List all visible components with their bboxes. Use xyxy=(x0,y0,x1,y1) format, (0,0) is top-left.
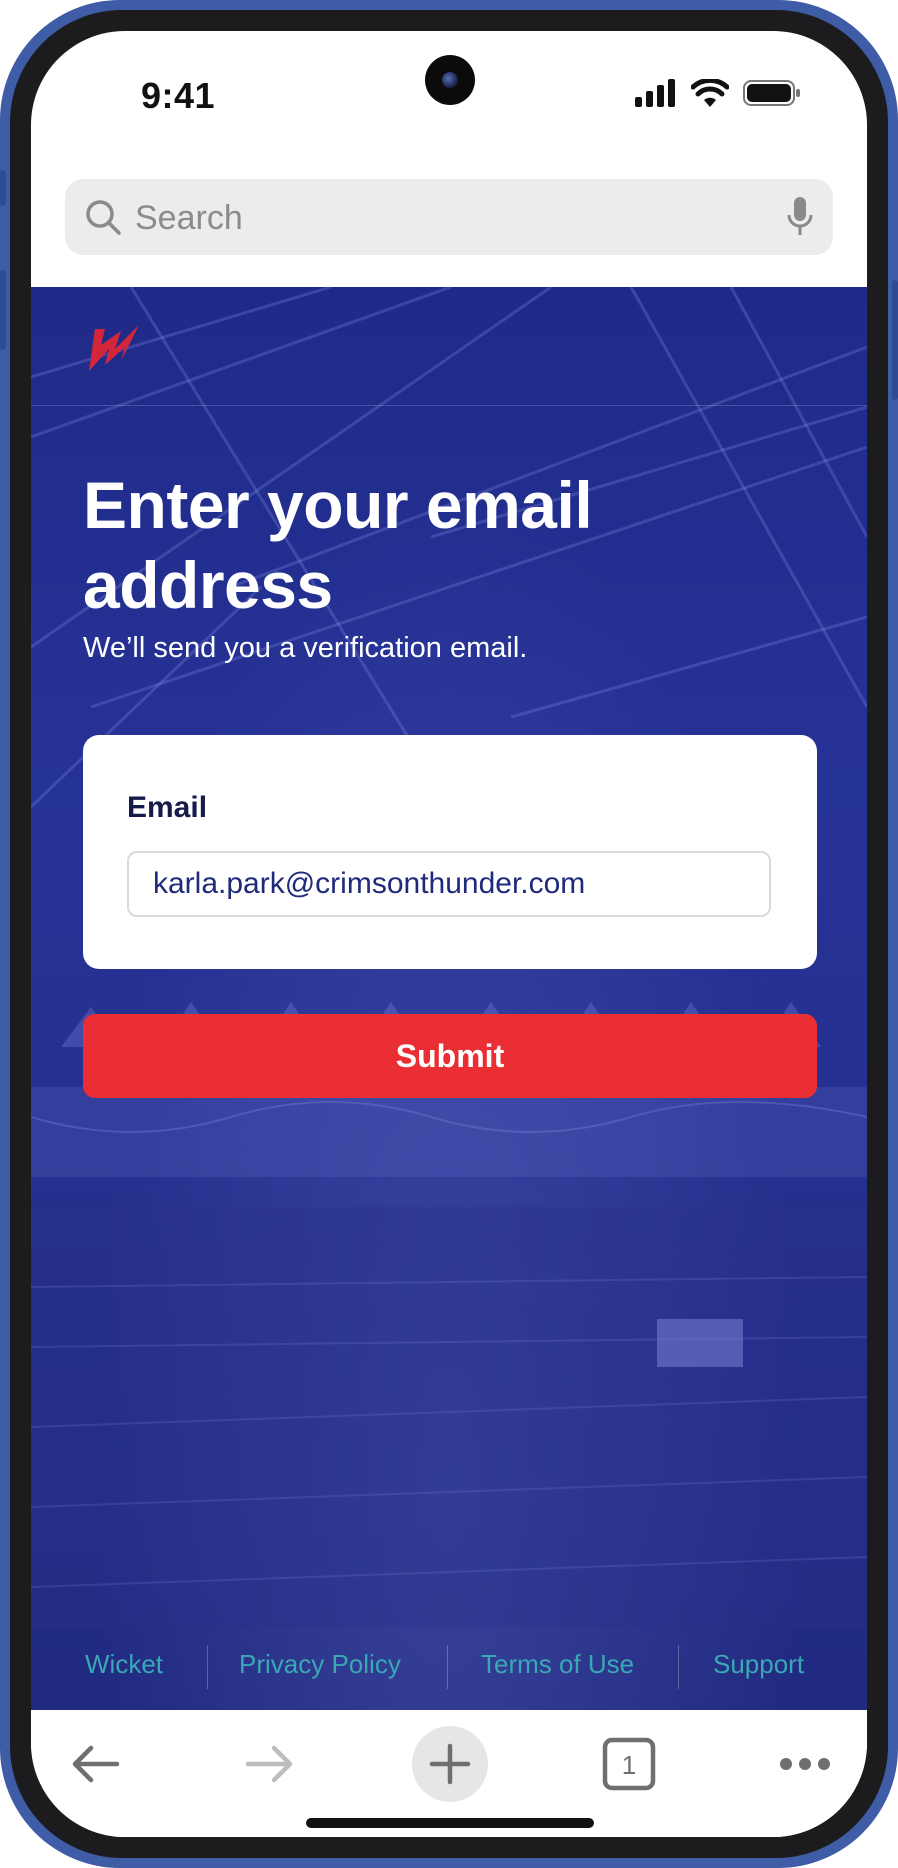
forward-arrow-icon xyxy=(245,1745,293,1783)
microphone-icon[interactable] xyxy=(785,195,815,239)
header-divider xyxy=(31,405,867,406)
phone-frame: 9:41 Search Enter your email address We’… xyxy=(0,0,898,1868)
page-title: Enter your email address xyxy=(83,468,593,622)
footer-link-support[interactable]: Support xyxy=(713,1649,804,1680)
new-tab-button[interactable] xyxy=(412,1726,488,1802)
status-time: 9:41 xyxy=(141,75,216,116)
back-arrow-icon xyxy=(72,1745,120,1783)
tabs-button[interactable]: 1 xyxy=(593,1728,665,1800)
browser-address-bar: Search xyxy=(31,151,867,287)
status-bar: 9:41 xyxy=(31,31,867,151)
side-button xyxy=(0,270,6,350)
web-page: Enter your email address We’ll send you … xyxy=(31,287,867,1710)
email-form-card: Email xyxy=(83,735,817,969)
home-indicator[interactable] xyxy=(306,1818,594,1828)
screen: 9:41 Search Enter your email address We’… xyxy=(31,31,867,1837)
battery-icon xyxy=(743,80,800,106)
more-menu-button[interactable] xyxy=(769,1728,841,1800)
front-camera xyxy=(425,55,475,105)
email-field[interactable] xyxy=(127,851,771,917)
footer-divider xyxy=(678,1645,679,1689)
search-icon xyxy=(86,200,121,235)
more-dots-icon xyxy=(780,1758,830,1770)
footer-link-terms-of-use[interactable]: Terms of Use xyxy=(481,1649,634,1680)
status-icons xyxy=(635,79,801,107)
search-placeholder[interactable]: Search xyxy=(135,199,243,238)
side-button xyxy=(892,280,898,400)
plus-icon xyxy=(429,1743,471,1785)
footer-divider xyxy=(447,1645,448,1689)
cellular-signal-icon xyxy=(635,79,675,107)
footer-link-privacy-policy[interactable]: Privacy Policy xyxy=(239,1649,401,1680)
footer-links: Wicket Privacy Policy Terms of Use Suppo… xyxy=(31,1645,867,1689)
forward-button[interactable] xyxy=(234,1728,306,1800)
tabs-count-icon: 1 xyxy=(602,1737,656,1791)
footer-link-wicket[interactable]: Wicket xyxy=(85,1649,163,1680)
submit-button[interactable]: Submit xyxy=(83,1014,817,1098)
email-label: Email xyxy=(127,791,208,824)
page-subtitle: We’ll send you a verification email. xyxy=(83,632,528,664)
side-button xyxy=(0,170,6,206)
brand-lightning-logo xyxy=(89,325,139,371)
wifi-icon xyxy=(691,79,729,107)
tab-count: 1 xyxy=(622,1750,636,1780)
back-button[interactable] xyxy=(59,1728,131,1800)
search-bar[interactable]: Search xyxy=(65,179,833,255)
footer-divider xyxy=(207,1645,208,1689)
